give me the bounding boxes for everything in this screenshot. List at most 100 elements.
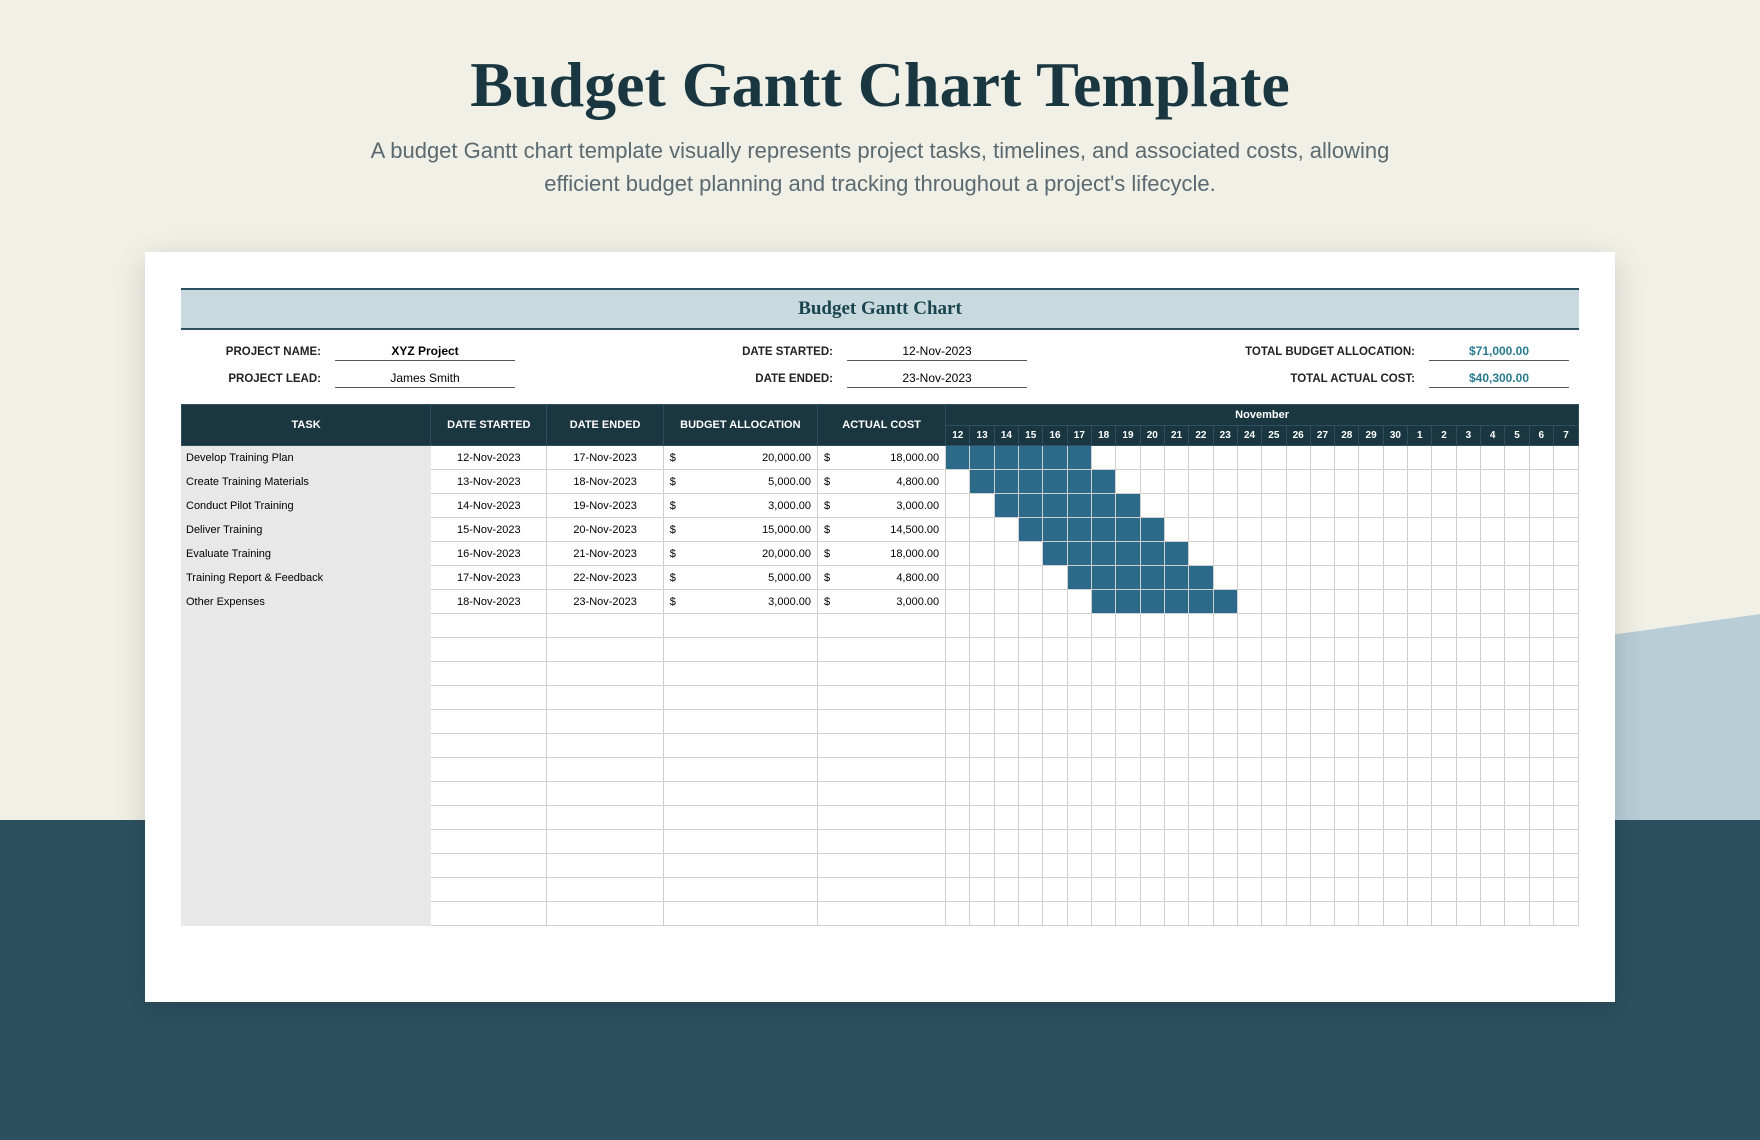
task-cell[interactable]: Deliver Training <box>182 518 431 542</box>
empty-cell[interactable] <box>547 806 663 830</box>
empty-cell[interactable] <box>547 734 663 758</box>
empty-cell[interactable] <box>818 710 946 734</box>
task-cell[interactable] <box>182 758 431 782</box>
end-cell[interactable]: 19-Nov-2023 <box>547 494 663 518</box>
task-cell[interactable]: Other Expenses <box>182 590 431 614</box>
empty-cell[interactable] <box>547 710 663 734</box>
empty-cell[interactable] <box>431 806 547 830</box>
start-cell[interactable]: 17-Nov-2023 <box>431 566 547 590</box>
empty-cell[interactable] <box>431 662 547 686</box>
empty-cell[interactable] <box>663 902 817 926</box>
empty-cell[interactable] <box>663 854 817 878</box>
empty-cell[interactable] <box>547 782 663 806</box>
actual-cell[interactable]: $3,000.00 <box>818 590 946 614</box>
empty-cell[interactable] <box>547 854 663 878</box>
start-cell[interactable]: 12-Nov-2023 <box>431 446 547 470</box>
empty-cell[interactable] <box>818 878 946 902</box>
empty-cell[interactable] <box>663 662 817 686</box>
empty-cell[interactable] <box>663 710 817 734</box>
empty-cell[interactable] <box>431 782 547 806</box>
empty-cell[interactable] <box>431 638 547 662</box>
actual-cell[interactable]: $18,000.00 <box>818 542 946 566</box>
empty-cell[interactable] <box>431 878 547 902</box>
task-cell[interactable] <box>182 734 431 758</box>
task-cell[interactable] <box>182 686 431 710</box>
empty-cell[interactable] <box>431 830 547 854</box>
actual-cell[interactable]: $4,800.00 <box>818 470 946 494</box>
empty-cell[interactable] <box>818 662 946 686</box>
empty-cell[interactable] <box>818 758 946 782</box>
task-cell[interactable]: Conduct Pilot Training <box>182 494 431 518</box>
end-cell[interactable]: 17-Nov-2023 <box>547 446 663 470</box>
empty-cell[interactable] <box>547 758 663 782</box>
empty-cell[interactable] <box>663 806 817 830</box>
empty-cell[interactable] <box>431 710 547 734</box>
project-name-value[interactable]: XYZ Project <box>335 344 515 361</box>
empty-cell[interactable] <box>818 614 946 638</box>
actual-cell[interactable]: $18,000.00 <box>818 446 946 470</box>
empty-cell[interactable] <box>547 878 663 902</box>
actual-cell[interactable]: $4,800.00 <box>818 566 946 590</box>
empty-cell[interactable] <box>431 854 547 878</box>
budget-cell[interactable]: $5,000.00 <box>663 470 817 494</box>
budget-cell[interactable]: $20,000.00 <box>663 542 817 566</box>
end-cell[interactable]: 22-Nov-2023 <box>547 566 663 590</box>
empty-cell[interactable] <box>547 830 663 854</box>
empty-cell[interactable] <box>547 686 663 710</box>
task-cell[interactable] <box>182 710 431 734</box>
empty-cell[interactable] <box>818 854 946 878</box>
empty-cell[interactable] <box>818 686 946 710</box>
end-cell[interactable]: 23-Nov-2023 <box>547 590 663 614</box>
end-cell[interactable]: 21-Nov-2023 <box>547 542 663 566</box>
empty-cell[interactable] <box>663 686 817 710</box>
project-lead-value[interactable]: James Smith <box>335 371 515 388</box>
date-ended-value[interactable]: 23-Nov-2023 <box>847 371 1027 388</box>
end-cell[interactable]: 20-Nov-2023 <box>547 518 663 542</box>
empty-cell[interactable] <box>663 758 817 782</box>
empty-cell[interactable] <box>818 782 946 806</box>
empty-cell[interactable] <box>431 686 547 710</box>
date-started-value[interactable]: 12-Nov-2023 <box>847 344 1027 361</box>
empty-cell[interactable] <box>431 734 547 758</box>
start-cell[interactable]: 14-Nov-2023 <box>431 494 547 518</box>
empty-cell[interactable] <box>663 614 817 638</box>
budget-cell[interactable]: $15,000.00 <box>663 518 817 542</box>
empty-cell[interactable] <box>818 806 946 830</box>
empty-cell[interactable] <box>547 638 663 662</box>
task-cell[interactable] <box>182 614 431 638</box>
task-cell[interactable]: Create Training Materials <box>182 470 431 494</box>
task-cell[interactable] <box>182 902 431 926</box>
budget-cell[interactable]: $5,000.00 <box>663 566 817 590</box>
budget-cell[interactable]: $3,000.00 <box>663 494 817 518</box>
empty-cell[interactable] <box>663 638 817 662</box>
empty-cell[interactable] <box>818 902 946 926</box>
empty-cell[interactable] <box>663 782 817 806</box>
empty-cell[interactable] <box>818 830 946 854</box>
empty-cell[interactable] <box>547 662 663 686</box>
empty-cell[interactable] <box>818 734 946 758</box>
empty-cell[interactable] <box>431 614 547 638</box>
empty-cell[interactable] <box>663 734 817 758</box>
empty-cell[interactable] <box>547 614 663 638</box>
start-cell[interactable]: 16-Nov-2023 <box>431 542 547 566</box>
empty-cell[interactable] <box>818 638 946 662</box>
start-cell[interactable]: 13-Nov-2023 <box>431 470 547 494</box>
task-cell[interactable] <box>182 806 431 830</box>
task-cell[interactable] <box>182 830 431 854</box>
task-cell[interactable] <box>182 782 431 806</box>
end-cell[interactable]: 18-Nov-2023 <box>547 470 663 494</box>
empty-cell[interactable] <box>547 902 663 926</box>
task-cell[interactable] <box>182 854 431 878</box>
budget-cell[interactable]: $3,000.00 <box>663 590 817 614</box>
task-cell[interactable]: Training Report & Feedback <box>182 566 431 590</box>
task-cell[interactable]: Develop Training Plan <box>182 446 431 470</box>
task-cell[interactable]: Evaluate Training <box>182 542 431 566</box>
empty-cell[interactable] <box>663 878 817 902</box>
task-cell[interactable] <box>182 638 431 662</box>
start-cell[interactable]: 15-Nov-2023 <box>431 518 547 542</box>
empty-cell[interactable] <box>431 758 547 782</box>
budget-cell[interactable]: $20,000.00 <box>663 446 817 470</box>
task-cell[interactable] <box>182 878 431 902</box>
empty-cell[interactable] <box>431 902 547 926</box>
task-cell[interactable] <box>182 662 431 686</box>
